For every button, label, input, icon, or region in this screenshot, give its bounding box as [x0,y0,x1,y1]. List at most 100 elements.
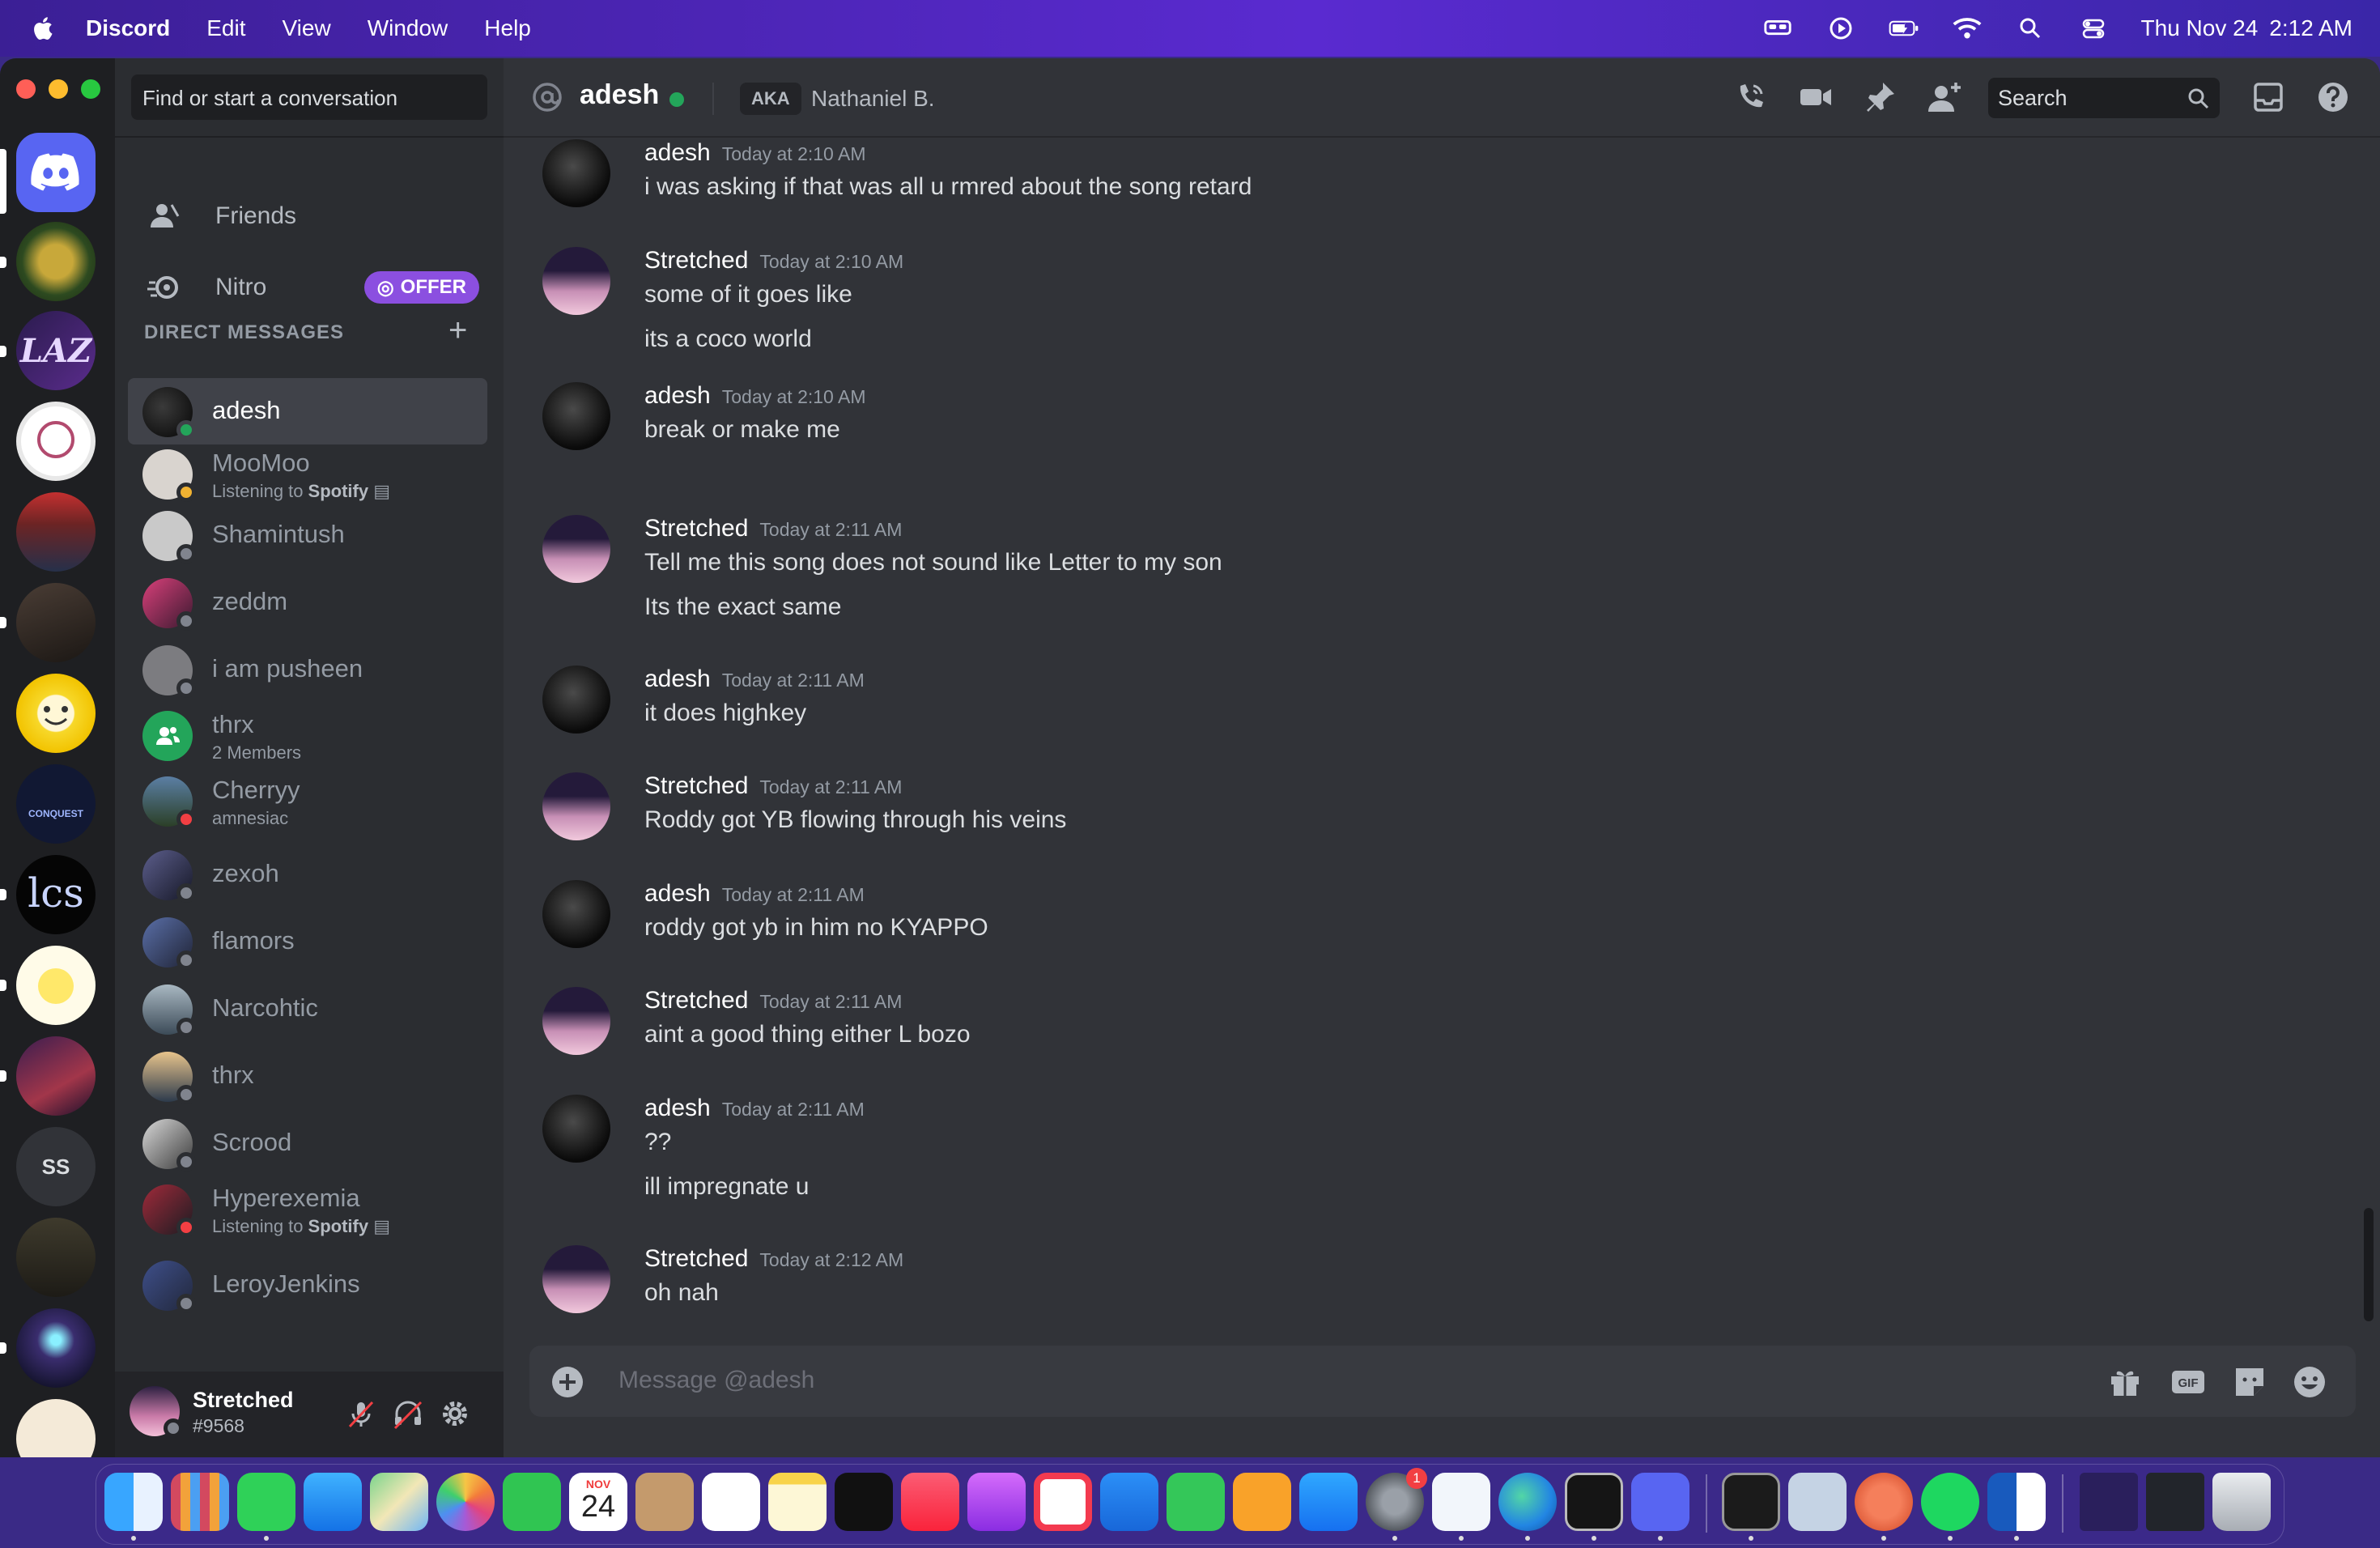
header-search-input[interactable]: Search [1988,78,2220,118]
author-name[interactable]: Stretched [644,987,748,1014]
home-button[interactable] [16,133,96,212]
menu-help[interactable]: Help [484,15,531,41]
emoji-icon[interactable] [2291,1363,2328,1401]
message-scrollbar[interactable] [2364,1208,2374,1321]
message-avatar[interactable] [542,382,610,450]
server-icon-8[interactable]: lcs [16,855,96,934]
trash-app[interactable] [2212,1473,2271,1531]
friends-nav-item[interactable]: Friends [131,184,491,249]
menubar-time[interactable]: 2:12 AM [2269,15,2352,41]
author-name[interactable]: adesh [644,139,711,166]
server-icon-1[interactable] [16,222,96,301]
activity-monitor-app[interactable] [1722,1473,1780,1531]
control-center-icon[interactable] [2078,16,2109,40]
message-timestamp[interactable]: Today at 2:11 AM [722,884,865,905]
minimize-window-button[interactable] [49,79,68,99]
channel-title[interactable]: adesh [580,79,659,111]
inbox-icon[interactable] [2250,79,2286,115]
server-icon-ss[interactable]: SS [16,1127,96,1206]
message-avatar[interactable] [542,247,610,315]
dm-item[interactable]: zexoh [128,841,487,908]
server-icon-2[interactable]: LAZ [16,311,96,390]
server-icon-11[interactable] [16,1218,96,1297]
message-avatar[interactable] [542,1245,610,1313]
apple-icon[interactable] [29,14,58,43]
author-name[interactable]: Stretched [644,515,748,542]
spotlight-icon[interactable] [2015,16,2046,40]
powerpoint-app[interactable] [1855,1473,1913,1531]
keynote-app[interactable] [1100,1473,1158,1531]
recent-window-1[interactable] [2080,1473,2138,1531]
message-avatar[interactable] [542,139,610,207]
user-settings-gear-icon[interactable] [437,1396,473,1431]
message-author[interactable]: Stretched Today at 2:11 AM [644,772,902,800]
author-name[interactable]: adesh [644,880,711,907]
author-name[interactable]: Stretched [644,247,748,274]
message-author[interactable]: adesh Today at 2:11 AM [644,666,865,693]
contacts-app[interactable] [635,1473,694,1531]
dm-item[interactable]: Hyperexemia Listening to Spotify ▤ [128,1176,487,1242]
message-author[interactable]: Stretched Today at 2:11 AM [644,987,902,1014]
message-author[interactable]: adesh Today at 2:11 AM [644,880,865,908]
message-author[interactable]: adesh Today at 2:11 AM [644,1095,865,1122]
deafen-headphones-icon[interactable] [390,1396,426,1431]
message-avatar[interactable] [542,880,610,948]
message-input[interactable]: Message @adesh [618,1367,814,1394]
message-author[interactable]: adesh Today at 2:10 AM [644,382,865,410]
app-store-app[interactable] [1299,1473,1358,1531]
news-app[interactable] [1034,1473,1092,1531]
reminders-app[interactable] [702,1473,760,1531]
word-app[interactable] [1987,1473,2046,1531]
preview-app[interactable] [1788,1473,1847,1531]
mute-mic-icon[interactable] [343,1396,379,1431]
edge-app[interactable] [1498,1473,1557,1531]
menu-view[interactable]: View [283,15,331,41]
launchpad-app[interactable] [171,1473,229,1531]
menu-edit[interactable]: Edit [206,15,245,41]
wifi-icon[interactable] [1952,16,1983,40]
attach-plus-icon[interactable] [550,1365,584,1399]
apple-tv-app[interactable] [835,1473,893,1531]
menu-window[interactable]: Window [368,15,448,41]
message-author[interactable]: adesh Today at 2:10 AM [644,139,865,167]
author-name[interactable]: Stretched [644,772,748,799]
help-icon[interactable] [2315,79,2351,115]
system-settings-app[interactable]: 1 [1366,1468,1427,1531]
zoom-window-button[interactable] [81,79,100,99]
spotify-app[interactable] [1921,1473,1979,1531]
dm-item[interactable]: Shamintush [128,502,487,568]
server-icon-6[interactable] [16,674,96,753]
play-circle-icon[interactable] [1825,16,1856,40]
author-name[interactable]: adesh [644,1095,711,1121]
dm-item[interactable]: thrx 2 Members [128,702,487,768]
message-timestamp[interactable]: Today at 2:11 AM [759,776,902,797]
vscode-app[interactable] [1432,1473,1490,1531]
sticker-icon[interactable] [2231,1363,2268,1401]
finder-app[interactable] [104,1473,163,1531]
message-author[interactable]: Stretched Today at 2:12 AM [644,1245,903,1273]
dm-item[interactable]: zeddm [128,569,487,636]
video-call-icon[interactable] [1797,79,1833,115]
dm-item[interactable]: Scrood [128,1110,487,1176]
recent-window-2[interactable] [2146,1473,2204,1531]
author-name[interactable]: Stretched [644,1245,748,1272]
gift-icon[interactable] [2106,1363,2144,1401]
message-author[interactable]: Stretched Today at 2:11 AM [644,515,902,542]
message-avatar[interactable] [542,666,610,734]
server-icon-13[interactable] [16,1399,96,1457]
author-name[interactable]: adesh [644,382,711,409]
photos-app[interactable] [436,1473,495,1531]
menu-app-name[interactable]: Discord [86,15,170,41]
server-icon-12[interactable] [16,1308,96,1388]
create-dm-button[interactable]: + [448,313,467,349]
server-icon-10[interactable] [16,1036,96,1116]
message-timestamp[interactable]: Today at 2:11 AM [722,670,865,691]
server-icon-3[interactable] [16,402,96,481]
message-timestamp[interactable]: Today at 2:12 AM [759,1249,903,1270]
message-avatar[interactable] [542,1095,610,1163]
author-name[interactable]: adesh [644,666,711,692]
close-window-button[interactable] [16,79,36,99]
discord-app[interactable] [1631,1473,1689,1531]
message-timestamp[interactable]: Today at 2:10 AM [759,251,903,272]
menubar-date[interactable]: Thu Nov 24 [2141,15,2259,41]
